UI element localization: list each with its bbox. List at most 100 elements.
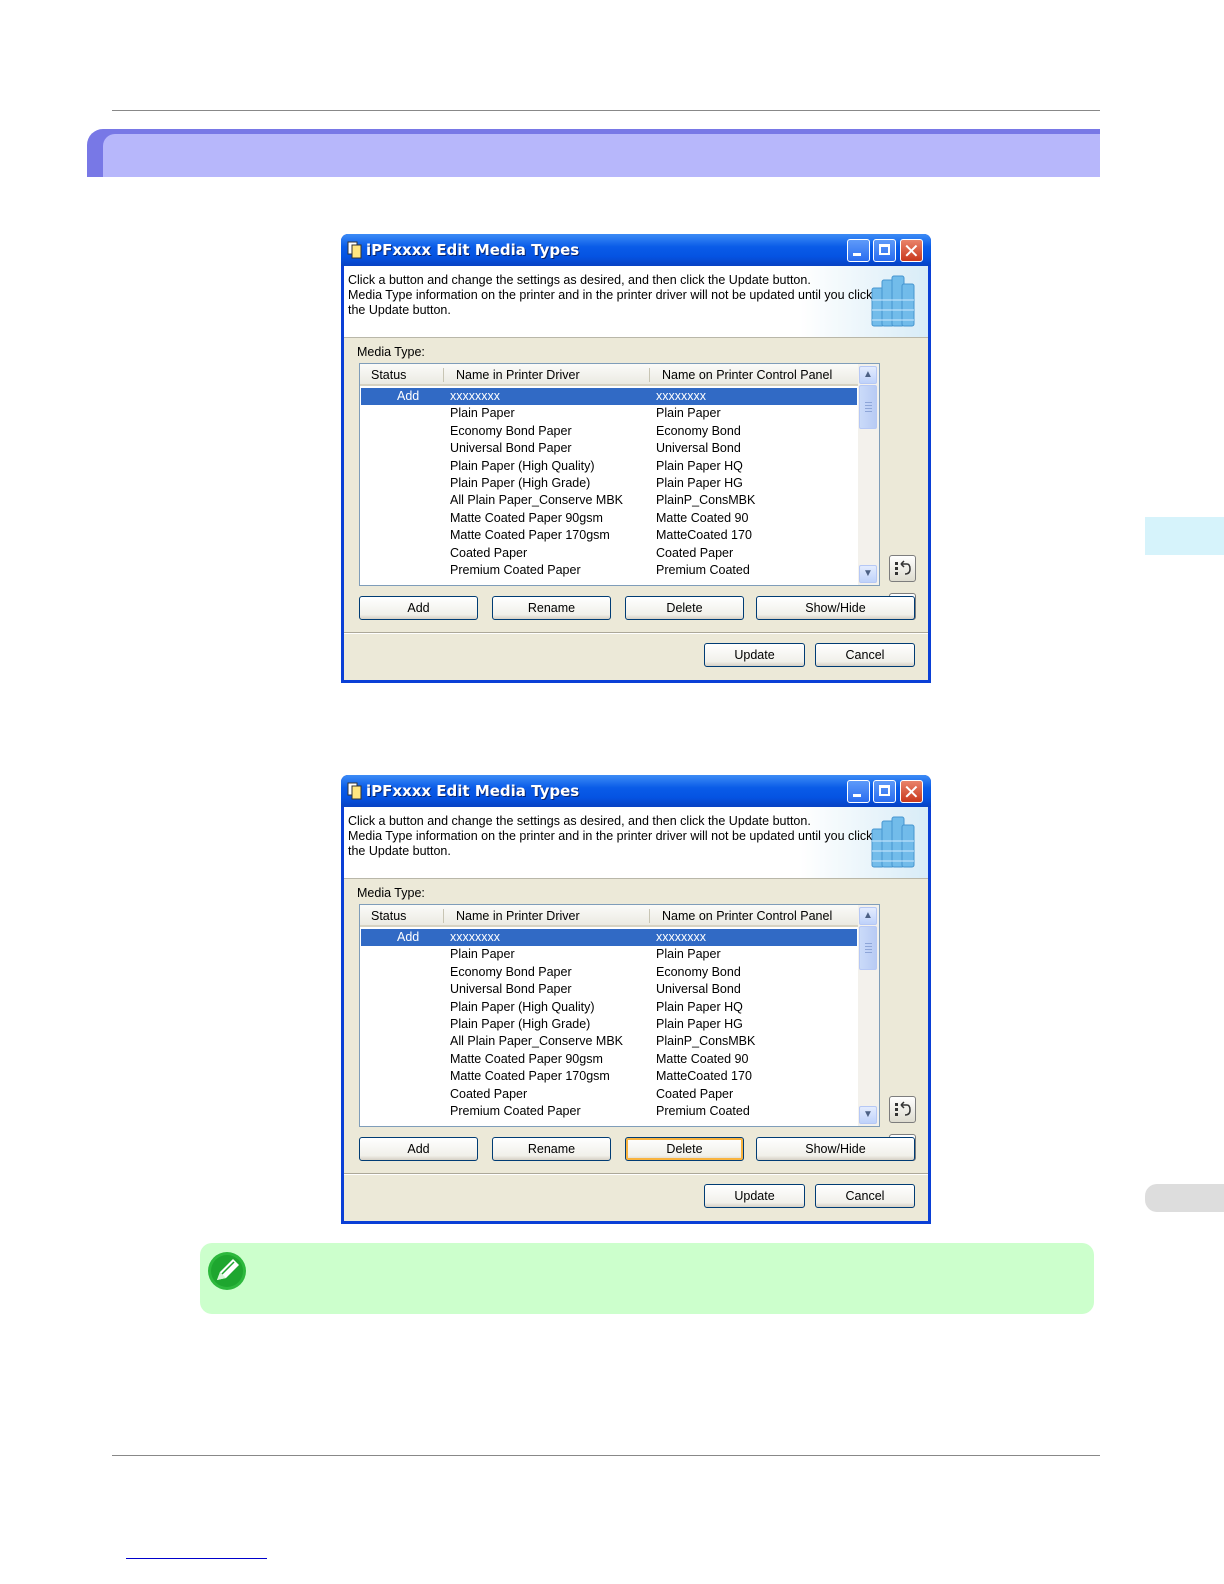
media-types-app-icon [347,782,362,800]
scroll-thumb[interactable] [859,926,877,970]
title-bar[interactable]: iPFxxxx Edit Media Types ✕ [341,234,931,266]
row-driver-name: Matte Coated Paper 170gsm [450,1069,610,1084]
edit-media-types-window: iPFxxxx Edit Media Types ✕ Click a butto… [341,234,931,683]
add-button[interactable]: Add [359,1137,478,1161]
move-up-button[interactable] [889,555,916,582]
row-driver-name: xxxxxxxx [450,389,500,403]
row-panel-name: Plain Paper [656,947,721,962]
close-button[interactable]: ✕ [900,780,923,804]
column-header-panel-name[interactable]: Name on Printer Control Panel [662,368,832,382]
table-row[interactable]: Plain Paper (High Quality) Plain Paper HQ [361,458,857,475]
move-up-button[interactable] [889,1096,916,1123]
table-row[interactable]: Matte Coated Paper 170gsm MatteCoated 170 [361,527,857,544]
row-driver-name: Premium Coated Paper [450,562,581,577]
row-panel-name: Universal Bond [656,441,741,456]
table-row[interactable]: Economy Bond Paper Economy Bond [361,964,857,981]
row-driver-name: xxxxxxxx [450,930,500,944]
row-driver-name: Universal Bond Paper [450,441,572,456]
media-type-list[interactable]: Status Name in Printer Driver Name on Pr… [359,904,880,1127]
column-header-driver-name[interactable]: Name in Printer Driver [456,368,580,382]
list-header: Status Name in Printer Driver Name on Pr… [360,364,858,386]
row-panel-name: Premium Coated [656,1103,750,1118]
table-row[interactable]: Plain Paper (High Grade) Plain Paper HG [361,475,857,492]
column-header-panel-name[interactable]: Name on Printer Control Panel [662,909,832,923]
row-panel-name: Plain Paper HQ [656,999,743,1014]
row-panel-name: Plain Paper HG [656,475,743,490]
minimize-button[interactable] [847,780,870,803]
delete-button[interactable]: Delete [625,596,744,620]
scroll-up-button[interactable]: ▲ [859,366,877,384]
divider [344,1173,928,1175]
header-rule [112,110,1100,111]
instruction-line: the Update button. [348,303,451,317]
row-driver-name: Coated Paper [450,1086,528,1101]
table-row[interactable]: Coated Paper Coated Paper [361,1086,857,1103]
scroll-thumb[interactable] [859,385,877,429]
add-button[interactable]: Add [359,596,478,620]
row-panel-name: xxxxxxxx [656,389,706,403]
close-button[interactable]: ✕ [900,239,923,263]
instruction-line: Media Type information on the printer an… [348,288,873,302]
scroll-up-button[interactable]: ▲ [859,907,877,925]
row-panel-name: PlainP_ConsMBK [656,493,756,508]
edit-media-types-window: iPFxxxx Edit Media Types ✕ Click a butto… [341,775,931,1224]
table-row[interactable]: Matte Coated Paper 90gsm Matte Coated 90 [361,1051,857,1068]
table-row[interactable]: Add xxxxxxxx xxxxxxxx [361,929,857,947]
row-panel-name: Coated Paper [656,545,734,560]
row-status: Add [397,389,420,403]
row-driver-name: Plain Paper [450,947,515,962]
row-driver-name: Matte Coated Paper 90gsm [450,1051,603,1066]
table-row[interactable]: All Plain Paper_Conserve MBK PlainP_ConsM… [361,1033,857,1050]
update-button[interactable]: Update [704,643,805,667]
footer-rule [112,1455,1100,1456]
instruction-line: Click a button and change the settings a… [348,814,811,828]
row-panel-name: PlainP_ConsMBK [656,1034,756,1049]
scroll-down-button[interactable]: ▼ [859,565,877,583]
window-client-area: Click a button and change the settings a… [344,266,928,680]
scroll-down-button[interactable]: ▼ [859,1106,877,1124]
show-hide-button[interactable]: Show/Hide [756,1137,915,1161]
table-row[interactable]: Coated Paper Coated Paper [361,545,857,562]
table-row[interactable]: Premium Coated Paper Premium Coated [361,1103,857,1120]
cancel-button[interactable]: Cancel [815,643,915,667]
table-row[interactable]: Add xxxxxxxx xxxxxxxx [361,388,857,406]
delete-button[interactable]: Delete [625,1137,744,1161]
table-row[interactable]: Plain Paper (High Quality) Plain Paper HQ [361,999,857,1016]
instruction-line: the Update button. [348,844,451,858]
table-row[interactable]: All Plain Paper_Conserve MBK PlainP_ConsM… [361,492,857,509]
rename-button[interactable]: Rename [492,596,611,620]
maximize-button[interactable] [873,780,896,803]
table-row[interactable]: Matte Coated Paper 90gsm Matte Coated 90 [361,510,857,527]
sort-up-icon [895,560,911,575]
vertical-scrollbar[interactable]: ▲ ▼ [858,364,879,585]
vertical-scrollbar[interactable]: ▲ ▼ [858,905,879,1126]
minimize-button[interactable] [847,239,870,262]
maximize-button[interactable] [873,239,896,262]
table-row[interactable]: Plain Paper Plain Paper [361,946,857,963]
rename-button[interactable]: Rename [492,1137,611,1161]
instruction-line: Click a button and change the settings a… [348,273,811,287]
show-hide-button[interactable]: Show/Hide [756,596,915,620]
divider [344,632,928,634]
column-header-status[interactable]: Status [371,909,406,923]
table-row[interactable]: Premium Coated Paper Premium Coated [361,562,857,579]
table-row[interactable]: Universal Bond Paper Universal Bond [361,440,857,457]
sort-up-icon [895,1101,911,1116]
table-row[interactable]: Economy Bond Paper Economy Bond [361,423,857,440]
column-header-driver-name[interactable]: Name in Printer Driver [456,909,580,923]
table-row[interactable]: Universal Bond Paper Universal Bond [361,981,857,998]
instruction-line: Media Type information on the printer an… [348,829,873,843]
media-type-list[interactable]: Status Name in Printer Driver Name on Pr… [359,363,880,586]
table-row[interactable]: Plain Paper Plain Paper [361,405,857,422]
row-panel-name: MatteCoated 170 [656,1069,752,1084]
row-driver-name: Matte Coated Paper 170gsm [450,528,610,543]
title-bar[interactable]: iPFxxxx Edit Media Types ✕ [341,775,931,807]
row-panel-name: Coated Paper [656,1086,734,1101]
cancel-button[interactable]: Cancel [815,1184,915,1208]
table-row[interactable]: Plain Paper (High Grade) Plain Paper HG [361,1016,857,1033]
update-button[interactable]: Update [704,1184,805,1208]
row-driver-name: Plain Paper (High Quality) [450,999,595,1014]
footer-link-underline [126,1558,267,1559]
column-header-status[interactable]: Status [371,368,406,382]
table-row[interactable]: Matte Coated Paper 170gsm MatteCoated 170 [361,1068,857,1085]
